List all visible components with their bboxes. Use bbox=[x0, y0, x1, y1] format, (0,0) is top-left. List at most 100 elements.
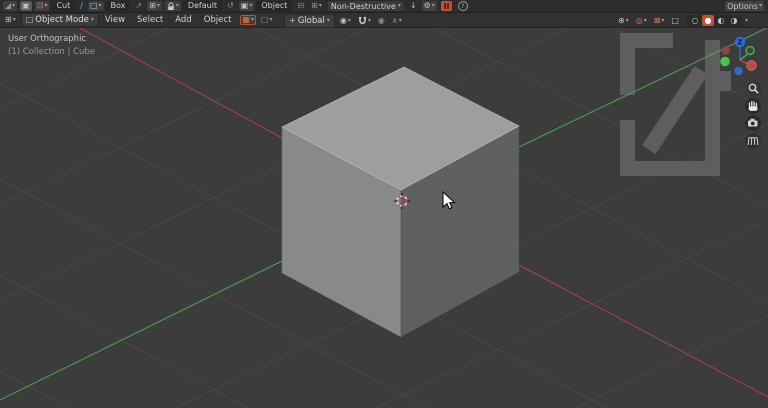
shape-button[interactable]: □ ▾ bbox=[87, 1, 104, 11]
shading-mode-group: ○ ● ◐ ◑ bbox=[686, 14, 742, 27]
pan-control[interactable] bbox=[745, 98, 761, 114]
xray-dropdown[interactable]: ⊠ ▾ bbox=[652, 16, 667, 26]
array-button[interactable]: ⊞ ▾ bbox=[147, 1, 162, 11]
behavior-value: Non-Destructive bbox=[330, 1, 396, 11]
pivot-icon: ◉ bbox=[339, 15, 347, 25]
gizmo-axis-y-pos[interactable] bbox=[745, 45, 755, 56]
mode-value[interactable]: Cut bbox=[51, 1, 76, 11]
view-name-label: User Orthographic bbox=[8, 34, 87, 44]
menu-add[interactable]: Add bbox=[169, 15, 197, 25]
editor-type-icon: ⊞ bbox=[5, 15, 12, 24]
lock-button[interactable]: ▾ bbox=[164, 1, 181, 11]
object-mode-dropdown[interactable]: □ Object Mode ▾ bbox=[20, 13, 99, 27]
header-center-cluster: + Global ▾ ◉ ▾ ▾ ◉ ∧ ▾ bbox=[281, 13, 404, 28]
settings-button[interactable]: ⚙ ▾ bbox=[421, 1, 437, 11]
draw-icon: ∕ bbox=[80, 1, 83, 10]
cube-object[interactable] bbox=[281, 66, 520, 338]
pivot-dropdown[interactable]: ◉ ▾ bbox=[338, 16, 353, 26]
chevron-down-icon: ▾ bbox=[758, 2, 762, 9]
gear-icon: ⚙ bbox=[423, 1, 431, 10]
tool-fallback-button[interactable]: □ ▾ bbox=[259, 15, 275, 25]
help-button[interactable]: ? bbox=[457, 1, 468, 11]
show-gizmos-dropdown[interactable]: ⊕ ▾ bbox=[616, 16, 631, 26]
chevron-down-icon: ▾ bbox=[249, 2, 253, 9]
chevron-down-icon: ▾ bbox=[431, 2, 435, 9]
draw-button[interactable]: ∕ bbox=[78, 1, 85, 11]
viewport-3d[interactable]: Z User Orthographic (1) Collection | Cub… bbox=[0, 27, 768, 408]
apply-mode-button[interactable]: ▣ ▾ bbox=[238, 1, 255, 11]
object-mode-icon: □ bbox=[25, 15, 34, 24]
chevron-down-icon: ▾ bbox=[398, 16, 402, 24]
apply-down-button[interactable]: ↓ bbox=[408, 1, 419, 11]
chevron-down-icon: ▾ bbox=[326, 16, 330, 24]
viewport-scene: Z bbox=[0, 27, 768, 408]
blender-window: ◢ ▾ ▣ ⊡ ▾ Cut ∕ □ ▾ Box ↗ ⊞ ▾ ▾ Default … bbox=[0, 0, 768, 408]
xray-icon: □ bbox=[671, 15, 679, 25]
gizmo-axis-z-neg[interactable] bbox=[734, 66, 743, 76]
mode-box-icon: ▣ bbox=[240, 1, 249, 10]
lock-icon bbox=[168, 1, 174, 10]
loop-icon: ↺ bbox=[227, 1, 234, 10]
options-label: Options bbox=[727, 1, 758, 11]
cut-mode-icon: ⊡ bbox=[36, 1, 44, 10]
editor-type-button[interactable]: ⊞ ▾ bbox=[3, 15, 18, 25]
shading-material-button[interactable]: ◐ bbox=[715, 15, 727, 26]
boxcutter-logo-icon: ◢ bbox=[5, 1, 12, 10]
gizmo-axis-y-neg[interactable] bbox=[720, 56, 730, 67]
chevron-down-icon: ▾ bbox=[44, 2, 48, 9]
array-icon: ⊞ bbox=[149, 1, 156, 10]
active-collection-label: (1) Collection | Cube bbox=[8, 47, 96, 57]
grid-array-button[interactable]: ⊞ ▾ bbox=[309, 1, 324, 11]
zoom-control[interactable] bbox=[746, 81, 762, 97]
edit-icon: ↗ bbox=[135, 1, 143, 10]
pause-toggle[interactable] bbox=[440, 1, 452, 11]
menu-object[interactable]: Object bbox=[198, 15, 238, 25]
solid-icon: ● bbox=[704, 16, 712, 25]
shading-rendered-button[interactable]: ◑ bbox=[728, 15, 740, 26]
boxcutter-logo-button[interactable]: ◢ ▾ bbox=[3, 1, 18, 11]
active-tool-button[interactable]: ▣ bbox=[20, 1, 32, 11]
navigation-gizmo[interactable]: Z bbox=[720, 36, 757, 76]
falloff-dropdown[interactable]: ∧ ▾ bbox=[390, 16, 404, 26]
tool-settings-bar: ◢ ▾ ▣ ⊡ ▾ Cut ∕ □ ▾ Box ↗ ⊞ ▾ ▾ Default … bbox=[0, 0, 768, 13]
apply-mode-value[interactable]: Object bbox=[256, 1, 293, 11]
loop-button[interactable]: ↺ bbox=[225, 1, 236, 11]
gizmo-axis-x-neg[interactable] bbox=[721, 46, 730, 55]
snap-toggle[interactable]: ▾ bbox=[356, 16, 373, 26]
camera-view-control[interactable] bbox=[745, 115, 761, 131]
falloff-icon: ∧ bbox=[391, 15, 398, 25]
menu-view[interactable]: View bbox=[99, 15, 131, 25]
viewport-header: ⊞ ▾ □ Object Mode ▾ View Select Add Obje… bbox=[0, 13, 768, 28]
shape-value[interactable]: Box bbox=[105, 1, 131, 11]
active-tool-indicator[interactable]: ▦ ▾ bbox=[240, 15, 256, 25]
chevron-down-icon: ▾ bbox=[12, 2, 16, 9]
object-mode-label: Object Mode bbox=[35, 15, 89, 25]
gizmo-z-label: Z bbox=[737, 39, 742, 47]
rendered-icon: ◑ bbox=[730, 16, 738, 25]
chevron-down-icon: ▾ bbox=[269, 16, 273, 23]
grid-plus-icon: ⊞ bbox=[311, 1, 318, 10]
overlays-icon: ◎ bbox=[635, 15, 643, 25]
shading-solid-button[interactable]: ● bbox=[701, 15, 714, 26]
operation-value[interactable]: Default bbox=[182, 1, 223, 11]
menu-select[interactable]: Select bbox=[131, 15, 169, 25]
chevron-down-icon: ▾ bbox=[347, 16, 351, 24]
wireframe-icon: ○ bbox=[691, 16, 699, 25]
gizmo-axis-x-pos[interactable] bbox=[746, 60, 757, 71]
show-overlays-dropdown[interactable]: ◎ ▾ bbox=[634, 16, 649, 26]
chevron-down-icon: ▾ bbox=[643, 16, 647, 24]
xray-toggle[interactable]: □ bbox=[669, 16, 681, 26]
chevron-down-icon: ▾ bbox=[12, 16, 16, 23]
mirror-button[interactable]: ⊟ bbox=[295, 1, 306, 11]
orientation-label: Global bbox=[297, 15, 325, 26]
ortho-toggle-control[interactable] bbox=[745, 133, 761, 149]
edit-shape-button[interactable]: ↗ bbox=[133, 1, 144, 11]
shading-dropdown-icon[interactable]: ▾ bbox=[745, 16, 748, 26]
options-button[interactable]: Options ▾ bbox=[725, 1, 764, 11]
cut-mode-button[interactable]: ⊡ ▾ bbox=[34, 1, 50, 11]
shading-wireframe-button[interactable]: ○ bbox=[689, 15, 701, 26]
proportional-edit-toggle[interactable]: ◉ bbox=[376, 16, 387, 26]
behavior-dropdown[interactable]: Non-Destructive ▾ bbox=[326, 0, 405, 12]
orientation-dropdown[interactable]: + Global ▾ bbox=[284, 13, 335, 28]
gizmo-toggle-icon: ⊕ bbox=[617, 15, 625, 25]
